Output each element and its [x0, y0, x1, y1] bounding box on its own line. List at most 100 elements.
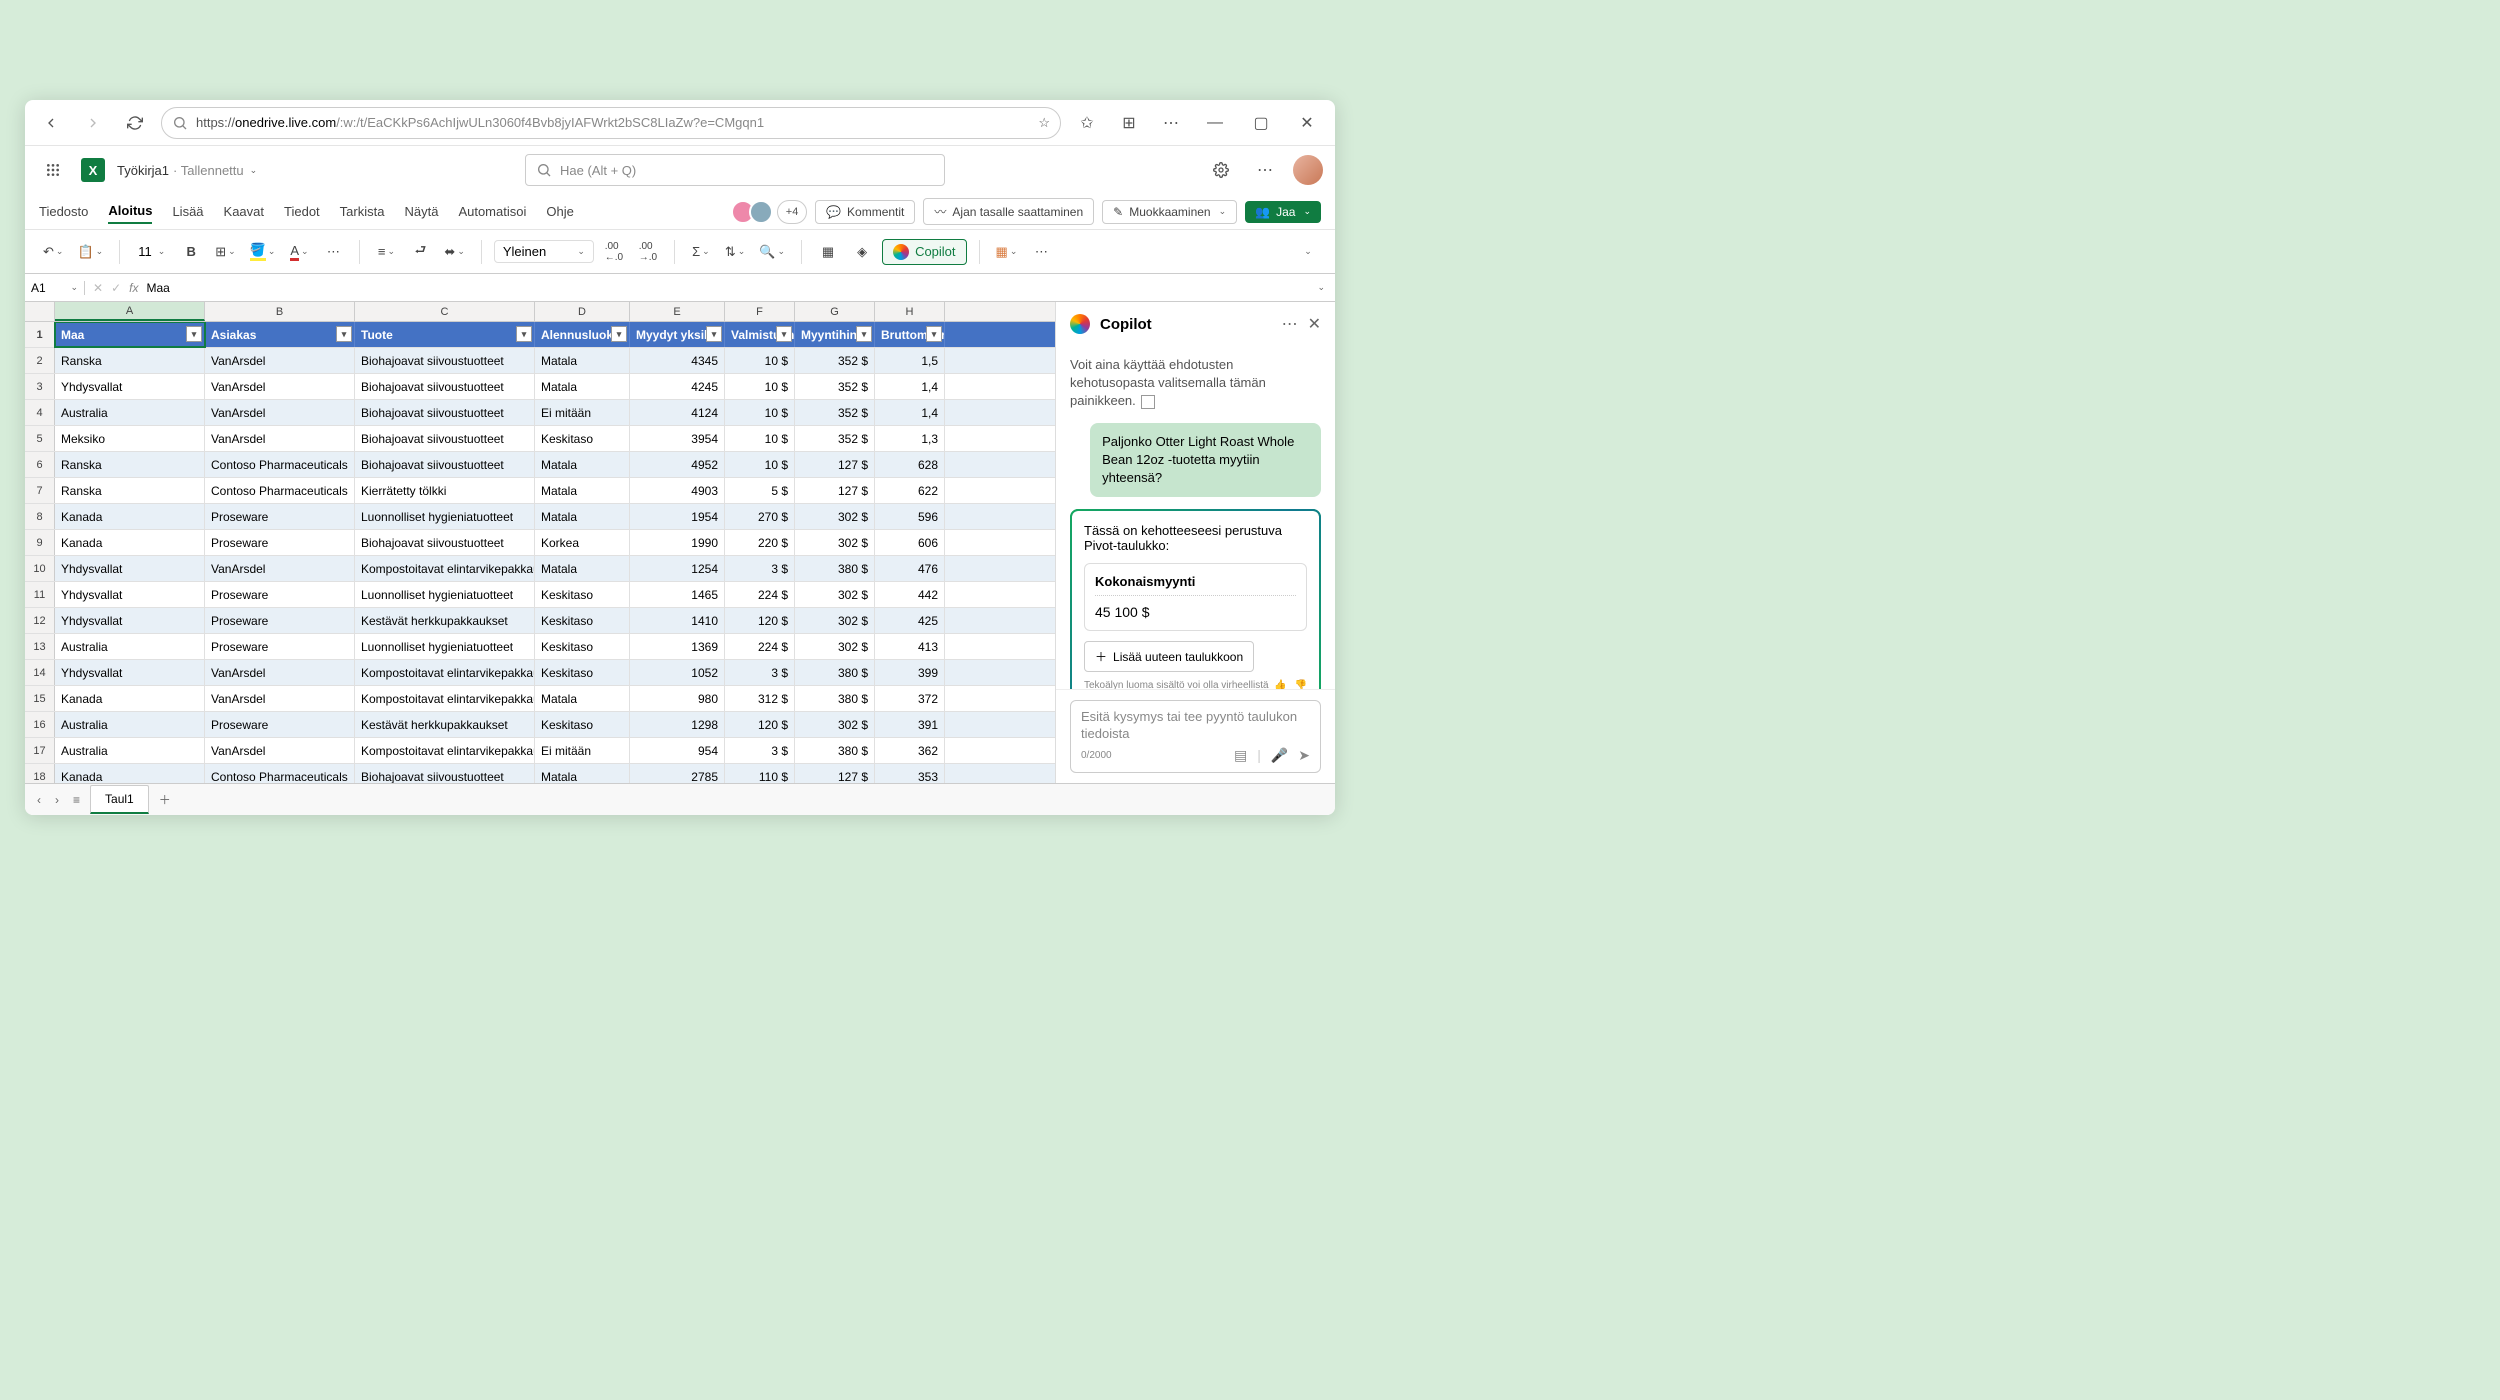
name-box[interactable]: A1⌄	[25, 281, 85, 295]
cell[interactable]: 362	[875, 738, 945, 763]
undo-button[interactable]: ↶⌄	[39, 238, 67, 266]
cell[interactable]: 954	[630, 738, 725, 763]
cell[interactable]: Matala	[535, 556, 630, 581]
paste-button[interactable]: 📋⌄	[73, 238, 107, 266]
fx-icon[interactable]: fx	[129, 281, 138, 295]
cell[interactable]: 302 $	[795, 712, 875, 737]
cell[interactable]: Matala	[535, 478, 630, 503]
cell[interactable]: 1052	[630, 660, 725, 685]
filter-icon[interactable]: ▾	[186, 326, 202, 342]
cell[interactable]: 380 $	[795, 686, 875, 711]
back-button[interactable]	[35, 107, 67, 139]
cell[interactable]: Keskitaso	[535, 582, 630, 607]
row-header[interactable]: 5	[25, 426, 55, 451]
cell[interactable]: 3954	[630, 426, 725, 451]
formula-input[interactable]	[146, 281, 1297, 295]
search-box[interactable]: Hae (Alt + Q)	[525, 154, 945, 186]
row-header[interactable]: 7	[25, 478, 55, 503]
collapse-ribbon-button[interactable]: ⌄	[1293, 238, 1321, 266]
cell[interactable]: Ranska	[55, 348, 205, 373]
cell[interactable]: 127 $	[795, 764, 875, 783]
cell[interactable]: Contoso Pharmaceuticals	[205, 452, 355, 477]
cell[interactable]: 302 $	[795, 530, 875, 555]
cell[interactable]: 1990	[630, 530, 725, 555]
col-header-G[interactable]: G	[795, 302, 875, 321]
cell[interactable]: Meksiko	[55, 426, 205, 451]
cell[interactable]: Keskitaso	[535, 634, 630, 659]
col-header-A[interactable]: A	[55, 302, 205, 321]
spreadsheet-grid[interactable]: A B C D E F G H 1Maa▾Asiakas▾Tuote▾Alenn…	[25, 302, 1055, 783]
row-header[interactable]: 6	[25, 452, 55, 477]
cell[interactable]: 3 $	[725, 556, 795, 581]
cell[interactable]: Yhdysvallat	[55, 582, 205, 607]
tab-review[interactable]: Tarkista	[340, 200, 385, 223]
cell[interactable]: Keskitaso	[535, 660, 630, 685]
cell[interactable]: Keskitaso	[535, 712, 630, 737]
cell[interactable]: Matala	[535, 764, 630, 783]
merge-button[interactable]: ⬌⌄	[440, 238, 468, 266]
cell[interactable]: 302 $	[795, 504, 875, 529]
header-cell[interactable]: Myydyt yksiköt▾	[630, 322, 725, 347]
row-header[interactable]: 15	[25, 686, 55, 711]
row-header[interactable]: 8	[25, 504, 55, 529]
col-header-B[interactable]: B	[205, 302, 355, 321]
cell[interactable]: VanArsdel	[205, 400, 355, 425]
cell[interactable]: 352 $	[795, 348, 875, 373]
cell[interactable]: Kompostoitavat elintarvikepakkaukset	[355, 556, 535, 581]
cell[interactable]: Yhdysvallat	[55, 608, 205, 633]
cell[interactable]: 302 $	[795, 608, 875, 633]
more-font-icon[interactable]: ⋯	[319, 238, 347, 266]
header-cell[interactable]: Maa▾	[55, 322, 205, 347]
cell[interactable]: Proseware	[205, 634, 355, 659]
row-header[interactable]: 13	[25, 634, 55, 659]
copilot-input[interactable]: Esitä kysymys tai tee pyyntö taulukon ti…	[1070, 700, 1321, 773]
cell[interactable]: Ei mitään	[535, 400, 630, 425]
header-cell[interactable]: Tuote▾	[355, 322, 535, 347]
cell[interactable]: 1254	[630, 556, 725, 581]
cell[interactable]: Proseware	[205, 608, 355, 633]
cell[interactable]: Ranska	[55, 452, 205, 477]
document-title[interactable]: Työkirja1 · Tallennettu⌄	[117, 163, 257, 178]
tab-home[interactable]: Aloitus	[108, 199, 152, 224]
cell[interactable]: 1954	[630, 504, 725, 529]
add-to-sheet-button[interactable]: ＋ Lisää uuteen taulukkoon	[1084, 641, 1254, 672]
copilot-button[interactable]: Copilot	[882, 239, 966, 265]
cell[interactable]: Kanada	[55, 504, 205, 529]
filter-icon[interactable]: ▾	[516, 326, 532, 342]
comments-button[interactable]: 💬 Kommentit	[815, 200, 915, 224]
cell[interactable]: 1369	[630, 634, 725, 659]
cell[interactable]: VanArsdel	[205, 556, 355, 581]
cell[interactable]: 120 $	[725, 608, 795, 633]
row-header[interactable]: 9	[25, 530, 55, 555]
addins-button[interactable]: ▦	[814, 238, 842, 266]
cell[interactable]: 380 $	[795, 556, 875, 581]
cell[interactable]: Kompostoitavat elintarvikepakkaukset	[355, 738, 535, 763]
sheet-prev-icon[interactable]: ‹	[33, 791, 45, 809]
filter-icon[interactable]: ▾	[611, 326, 627, 342]
tab-data[interactable]: Tiedot	[284, 200, 320, 223]
cell[interactable]: 224 $	[725, 634, 795, 659]
cell[interactable]: Proseware	[205, 582, 355, 607]
cell[interactable]: 596	[875, 504, 945, 529]
cell[interactable]: 1,4	[875, 400, 945, 425]
cell[interactable]: Proseware	[205, 530, 355, 555]
cell[interactable]: 10 $	[725, 374, 795, 399]
tab-insert[interactable]: Lisää	[172, 200, 203, 223]
cell[interactable]: Australia	[55, 738, 205, 763]
user-avatar[interactable]	[1293, 155, 1323, 185]
cell[interactable]: Matala	[535, 374, 630, 399]
borders-button[interactable]: ⊞⌄	[211, 238, 239, 266]
cell[interactable]: Australia	[55, 634, 205, 659]
cell[interactable]: 1,5	[875, 348, 945, 373]
cell[interactable]: Kompostoitavat elintarvikepakkaukset	[355, 686, 535, 711]
cell[interactable]: 380 $	[795, 738, 875, 763]
cell[interactable]: Kierrätetty tölkki	[355, 478, 535, 503]
tab-help[interactable]: Ohje	[546, 200, 573, 223]
align-button[interactable]: ≡⌄	[372, 238, 400, 266]
cell[interactable]: VanArsdel	[205, 426, 355, 451]
cell[interactable]: 628	[875, 452, 945, 477]
cell[interactable]: Matala	[535, 504, 630, 529]
cell[interactable]: Matala	[535, 686, 630, 711]
cell[interactable]: 302 $	[795, 582, 875, 607]
cell[interactable]: Kestävät herkkupakkaukset	[355, 712, 535, 737]
